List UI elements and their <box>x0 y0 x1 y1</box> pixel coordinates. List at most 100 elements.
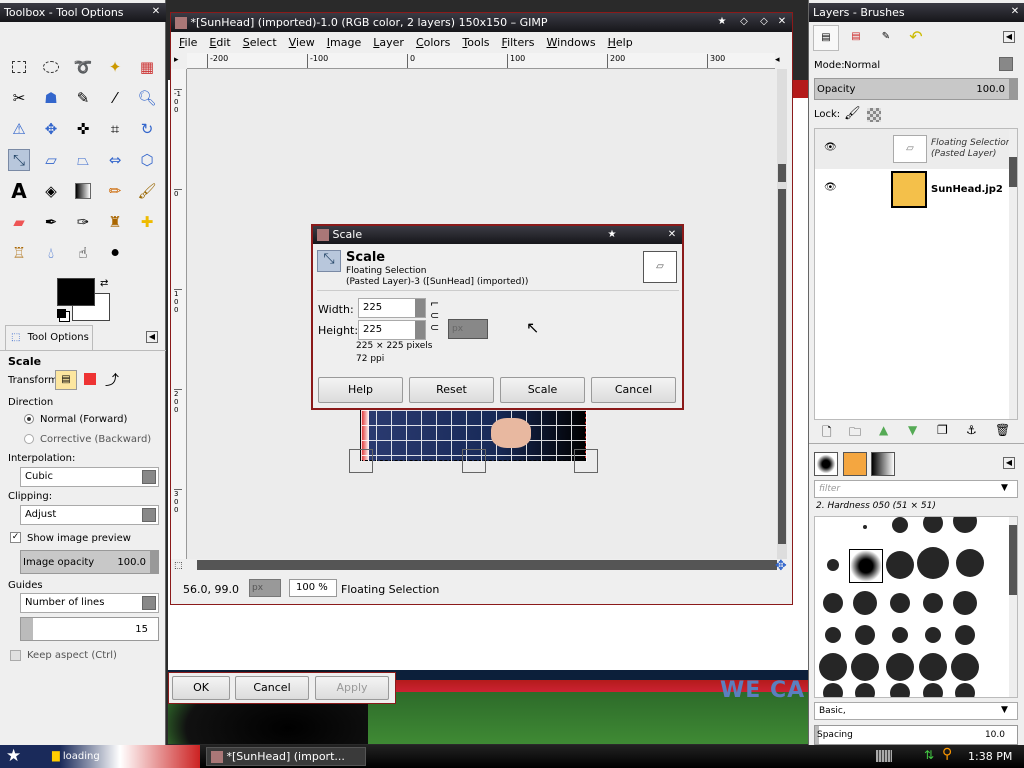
brush-swatch[interactable] <box>923 593 943 613</box>
paths-tab[interactable]: ✎ <box>873 25 899 51</box>
brush-swatch[interactable] <box>923 683 943 697</box>
horizontal-scrollbar[interactable] <box>197 560 777 570</box>
shear-icon[interactable]: ▱ <box>40 149 62 171</box>
transform-layer-button[interactable]: ▤ <box>55 370 77 390</box>
mode-value[interactable]: Normal <box>844 60 880 71</box>
layer-row[interactable]: 👁︎ SunHead.jp2 <box>815 171 1011 209</box>
close-icon[interactable]: ✕ <box>666 229 678 241</box>
apply-button[interactable]: Apply <box>315 676 389 700</box>
zoom-select[interactable]: 100 % <box>289 579 337 597</box>
brush-swatch[interactable] <box>892 517 908 533</box>
brush-swatch[interactable] <box>855 683 875 697</box>
cancel-button[interactable]: Cancel <box>591 377 676 403</box>
anchor-layer-icon[interactable]: ⚓︎ <box>966 423 977 437</box>
perspective-icon[interactable]: ⏢ <box>72 149 94 171</box>
spacing-slider[interactable]: Spacing 10.0 <box>814 725 1018 745</box>
menu-item-image[interactable]: Image <box>327 36 361 49</box>
raise-layer-icon[interactable]: ▲ <box>879 423 888 437</box>
scale-handle[interactable] <box>574 449 598 473</box>
zoom-icon[interactable]: 🔍︎ <box>136 87 158 109</box>
image-opacity-slider[interactable]: Image opacity 100.0 <box>20 550 159 574</box>
task-loading[interactable]: ▇ loading <box>48 747 178 766</box>
clipping-select[interactable]: Adjust <box>20 505 159 525</box>
brush-swatch[interactable] <box>863 525 867 529</box>
paths-icon[interactable]: ✎ <box>72 87 94 109</box>
scale-dialog-titlebar[interactable]: Scale ★ ✕ <box>313 226 682 244</box>
menu-item-windows[interactable]: Windows <box>547 36 596 49</box>
width-input[interactable]: 225 <box>358 298 426 318</box>
lock-alpha-icon[interactable] <box>867 108 881 122</box>
scale-tool-icon[interactable]: ⤡ <box>8 149 30 171</box>
layers-tab[interactable]: ▤ <box>813 25 839 51</box>
lasso-icon[interactable]: ➰ <box>72 56 94 78</box>
eraser-icon[interactable]: ▰ <box>8 211 30 233</box>
tab-menu-icon[interactable]: ◀ <box>146 331 158 343</box>
chain-link-icon[interactable]: ⌐ ⊂ ⊂ <box>430 298 439 334</box>
ok-button[interactable]: OK <box>172 676 230 700</box>
lower-layer-icon[interactable]: ▼ <box>908 423 917 437</box>
brush-preset-select[interactable]: Basic, <box>814 702 1018 720</box>
quick-mask-icon[interactable]: ⬚ <box>174 561 183 571</box>
pencil-icon[interactable]: ✏ <box>104 180 126 202</box>
patterns-tab[interactable] <box>843 452 867 476</box>
brush-swatch[interactable] <box>923 517 943 533</box>
ellipse-select-icon[interactable] <box>40 56 62 78</box>
maximize-icon[interactable]: ◇ <box>758 16 770 28</box>
menu-item-tools[interactable]: Tools <box>462 36 489 49</box>
channels-tab[interactable]: ▤ <box>843 25 869 51</box>
layers-titlebar[interactable]: Layers - Brushes ✕ <box>809 3 1024 22</box>
unit-select[interactable]: px <box>249 579 281 597</box>
cage-icon[interactable]: ⬡ <box>136 149 158 171</box>
text-icon[interactable]: A <box>8 179 30 203</box>
foreground-color-swatch[interactable] <box>57 278 95 306</box>
brush-swatch[interactable] <box>953 517 977 533</box>
undo-tab[interactable]: ↶ <box>903 25 929 51</box>
brush-filter-input[interactable]: filter <box>814 480 1018 498</box>
unit-select[interactable]: px <box>448 319 488 339</box>
fuzzy-select-icon[interactable]: ✦ <box>104 56 126 78</box>
close-icon[interactable]: ✕ <box>150 6 162 18</box>
dodge-burn-icon[interactable]: ⚫ <box>104 242 126 264</box>
menu-item-file[interactable]: File <box>179 36 197 49</box>
brush-swatch[interactable] <box>919 653 947 681</box>
airbrush-icon[interactable]: ✒ <box>40 211 62 233</box>
lock-pixels-icon[interactable]: 🖌︎ <box>844 106 861 121</box>
duplicate-layer-icon[interactable]: ❐ <box>937 423 948 437</box>
brush-swatch[interactable] <box>851 653 879 681</box>
brush-swatch[interactable] <box>855 625 875 645</box>
vertical-scrollbar[interactable] <box>777 69 787 559</box>
delete-layer-icon[interactable]: 🗑︎ <box>995 423 1010 437</box>
gradient-icon[interactable] <box>72 180 94 202</box>
brush-swatch[interactable] <box>823 683 843 697</box>
reset-button[interactable]: Reset <box>409 377 494 403</box>
menu-item-help[interactable]: Help <box>608 36 633 49</box>
brushes-tab[interactable] <box>814 452 838 476</box>
help-button[interactable]: Help <box>318 377 403 403</box>
new-layer-icon[interactable]: 🗋︎ <box>822 423 832 444</box>
color-picker-icon[interactable]: ⁄ <box>104 87 126 109</box>
height-input[interactable]: 225 <box>358 320 426 340</box>
eye-icon[interactable]: 👁︎ <box>824 142 837 153</box>
menu-item-layer[interactable]: Layer <box>373 36 404 49</box>
scale-button[interactable]: Scale <box>500 377 585 403</box>
chevron-down-icon[interactable] <box>999 57 1013 71</box>
measure-icon[interactable]: ⚠︎ <box>8 118 30 140</box>
selected-brush[interactable] <box>849 549 883 583</box>
scale-handle[interactable] <box>462 449 486 473</box>
brush-swatch[interactable] <box>890 593 910 613</box>
cancel-button[interactable]: Cancel <box>235 676 309 700</box>
brush-swatch[interactable] <box>956 549 984 577</box>
bucket-fill-icon[interactable]: ◈ <box>40 180 62 202</box>
show-preview-checkbox[interactable]: ✓ <box>10 532 21 543</box>
brush-swatch[interactable] <box>890 683 910 697</box>
close-icon[interactable]: ✕ <box>1009 6 1021 18</box>
tool-options-tab[interactable]: ⬚ Tool Options <box>5 325 93 351</box>
interpolation-select[interactable]: Cubic <box>20 467 159 487</box>
close-icon[interactable]: ✕ <box>776 16 788 28</box>
transform-selection-icon[interactable] <box>84 373 96 385</box>
brush-swatch[interactable] <box>951 653 979 681</box>
menu-item-view[interactable]: View <box>289 36 315 49</box>
align-icon[interactable]: ✜ <box>72 118 94 140</box>
brush-grid[interactable] <box>814 516 1018 698</box>
new-group-icon[interactable]: 🗀︎ <box>849 423 861 444</box>
